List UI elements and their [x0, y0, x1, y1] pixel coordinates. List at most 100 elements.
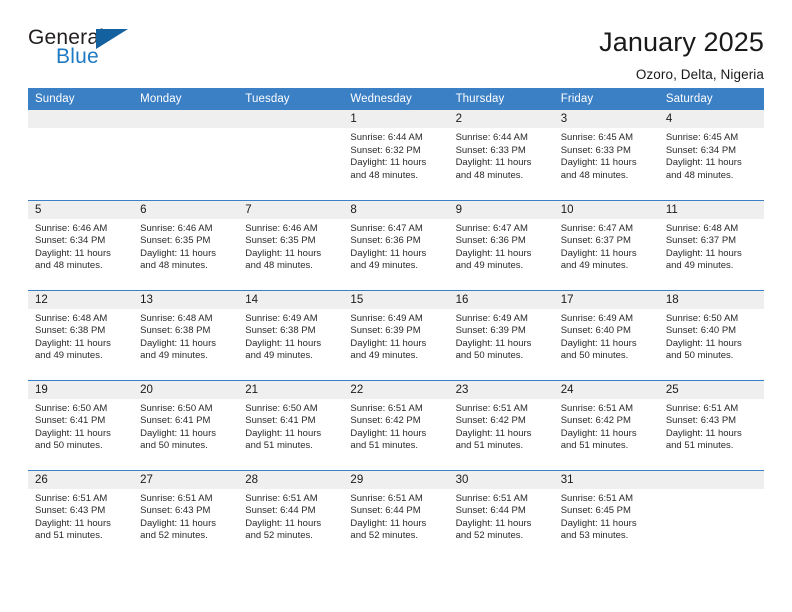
calendar-day-cell[interactable]: 16 Sunrise: 6:49 AM Sunset: 6:39 PM Dayligh… [448, 289, 554, 380]
calendar-day-cell[interactable]: 26 Sunrise: 6:51 AM Sunset: 6:43 PM Dayligh… [28, 469, 134, 560]
day-number: 15 [343, 290, 449, 309]
calendar-day-cell[interactable]: 7 Sunrise: 6:46 AM Sunset: 6:35 PM Daylight… [238, 199, 344, 290]
sunset-text: Sunset: 6:44 PM [455, 505, 526, 517]
title-block: January 2025 Ozoro, Delta, Nigeria [599, 26, 764, 81]
daylight-text-line2: and 51 minutes. [455, 440, 524, 452]
day-sun-info: Sunrise: 6:49 AM Sunset: 6:40 PM Daylight:… [554, 309, 659, 363]
sunset-text: Sunset: 6:38 PM [35, 325, 106, 337]
day-number: 4 [658, 110, 764, 128]
calendar-day-cell[interactable]: 1 Sunrise: 6:44 AM Sunset: 6:32 PM Daylight… [343, 110, 449, 200]
daylight-text-line1: Daylight: 11 hours [350, 337, 427, 349]
daylight-text-line2: and 49 minutes. [665, 260, 734, 272]
calendar-day-cell[interactable]: 15 Sunrise: 6:49 AM Sunset: 6:39 PM Dayligh… [343, 289, 449, 380]
calendar-day-cell[interactable]: 5 Sunrise: 6:46 AM Sunset: 6:34 PM Daylight… [28, 199, 134, 290]
day-number: 12 [28, 290, 134, 309]
daylight-text-line1: Daylight: 11 hours [455, 157, 532, 169]
day-number: 11 [658, 200, 764, 219]
sunset-text: Sunset: 6:36 PM [350, 235, 421, 247]
weekday-header-friday: Friday [553, 88, 659, 110]
general-blue-logo[interactable]: General Blue [28, 26, 148, 72]
day-sun-info: Sunrise: 6:51 AM Sunset: 6:42 PM Daylight:… [343, 399, 448, 453]
calendar-day-cell[interactable]: 6 Sunrise: 6:46 AM Sunset: 6:35 PM Daylight… [133, 199, 239, 290]
weekday-header-tuesday: Tuesday [238, 88, 344, 110]
daylight-text-line2: and 49 minutes. [140, 350, 208, 362]
weekday-header-monday: Monday [133, 88, 239, 110]
day-sun-info: Sunrise: 6:51 AM Sunset: 6:43 PM Daylight:… [28, 489, 133, 543]
calendar-day-cell[interactable]: 19 Sunrise: 6:50 AM Sunset: 6:41 PM Dayligh… [28, 379, 134, 470]
calendar-day-cell[interactable]: 20 Sunrise: 6:50 AM Sunset: 6:41 PM Dayligh… [133, 379, 239, 470]
daylight-text-line1: Daylight: 11 hours [665, 337, 742, 349]
sunset-text: Sunset: 6:39 PM [350, 325, 421, 337]
daylight-text-line1: Daylight: 11 hours [560, 517, 637, 529]
sunrise-text: Sunrise: 6:45 AM [560, 132, 634, 143]
day-sun-info: Sunrise: 6:49 AM Sunset: 6:39 PM Daylight:… [449, 309, 554, 363]
calendar-page: General Blue January 2025 Ozoro, Delta, … [0, 0, 792, 612]
calendar-day-cell[interactable]: 30 Sunrise: 6:51 AM Sunset: 6:44 PM Dayligh… [448, 469, 554, 560]
calendar-day-cell[interactable]: 21 Sunrise: 6:50 AM Sunset: 6:41 PM Dayligh… [238, 379, 344, 470]
sunset-text: Sunset: 6:41 PM [245, 415, 316, 427]
daylight-text-line1: Daylight: 11 hours [35, 427, 111, 439]
day-number: 29 [343, 470, 449, 489]
daylight-text-line2: and 51 minutes. [35, 530, 103, 542]
daylight-text-line1: Daylight: 11 hours [455, 517, 532, 529]
calendar-day-cell[interactable]: 12 Sunrise: 6:48 AM Sunset: 6:38 PM Dayligh… [28, 289, 134, 380]
day-number: 27 [133, 470, 239, 489]
day-number [658, 470, 764, 489]
daylight-text-line2: and 48 minutes. [350, 169, 419, 181]
day-sun-info: Sunrise: 6:44 AM Sunset: 6:33 PM Daylight:… [449, 128, 554, 182]
sunrise-text: Sunrise: 6:50 AM [665, 312, 739, 324]
day-sun-info: Sunrise: 6:46 AM Sunset: 6:35 PM Daylight:… [238, 219, 343, 273]
daylight-text-line1: Daylight: 11 hours [455, 337, 532, 349]
day-sun-info: Sunrise: 6:51 AM Sunset: 6:44 PM Daylight:… [449, 489, 554, 543]
daylight-text-line1: Daylight: 11 hours [35, 337, 111, 349]
page-title: January 2025 [599, 27, 764, 57]
day-sun-info: Sunrise: 6:48 AM Sunset: 6:38 PM Daylight:… [133, 309, 238, 363]
daylight-text-line1: Daylight: 11 hours [350, 427, 427, 439]
calendar-day-cell[interactable]: 18 Sunrise: 6:50 AM Sunset: 6:40 PM Dayligh… [658, 289, 764, 380]
daylight-text-line2: and 49 minutes. [350, 260, 419, 272]
calendar-day-cell[interactable]: 23 Sunrise: 6:51 AM Sunset: 6:42 PM Dayligh… [448, 379, 554, 470]
calendar-day-cell[interactable]: 4 Sunrise: 6:45 AM Sunset: 6:34 PM Daylight… [658, 110, 764, 200]
day-number: 9 [448, 200, 554, 219]
page-header: General Blue January 2025 Ozoro, Delta, … [28, 0, 764, 82]
sunrise-text: Sunrise: 6:47 AM [560, 222, 634, 234]
day-sun-info: Sunrise: 6:51 AM Sunset: 6:42 PM Daylight:… [449, 399, 554, 453]
daylight-text-line2: and 50 minutes. [35, 440, 103, 452]
calendar-day-cell[interactable]: 14 Sunrise: 6:49 AM Sunset: 6:38 PM Dayligh… [238, 289, 344, 380]
calendar-day-cell[interactable]: 2 Sunrise: 6:44 AM Sunset: 6:33 PM Daylight… [448, 110, 554, 200]
calendar-day-cell[interactable]: 27 Sunrise: 6:51 AM Sunset: 6:43 PM Dayligh… [133, 469, 239, 560]
day-number: 25 [658, 380, 764, 399]
calendar-day-cell[interactable]: 25 Sunrise: 6:51 AM Sunset: 6:43 PM Dayligh… [658, 379, 764, 470]
day-sun-info: Sunrise: 6:51 AM Sunset: 6:44 PM Daylight:… [343, 489, 448, 543]
calendar-day-cell[interactable]: 10 Sunrise: 6:47 AM Sunset: 6:37 PM Dayligh… [553, 199, 659, 290]
day-sun-info: Sunrise: 6:51 AM Sunset: 6:42 PM Daylight:… [554, 399, 659, 453]
sunset-text: Sunset: 6:33 PM [560, 144, 631, 156]
calendar-day-cell[interactable]: 8 Sunrise: 6:47 AM Sunset: 6:36 PM Daylight… [343, 199, 449, 290]
daylight-text-line1: Daylight: 11 hours [665, 157, 742, 169]
calendar-day-cell[interactable]: 3 Sunrise: 6:45 AM Sunset: 6:33 PM Daylight… [553, 110, 659, 200]
day-number: 16 [448, 290, 554, 309]
calendar-day-cell[interactable]: 29 Sunrise: 6:51 AM Sunset: 6:44 PM Dayligh… [343, 469, 449, 560]
daylight-text-line2: and 52 minutes. [140, 530, 208, 542]
day-sun-info: Sunrise: 6:50 AM Sunset: 6:41 PM Daylight:… [28, 399, 133, 453]
calendar-day-cell[interactable]: 13 Sunrise: 6:48 AM Sunset: 6:38 PM Dayligh… [133, 289, 239, 380]
calendar-day-cell[interactable]: 28 Sunrise: 6:51 AM Sunset: 6:44 PM Dayligh… [238, 469, 344, 560]
day-sun-info: Sunrise: 6:51 AM Sunset: 6:43 PM Daylight:… [133, 489, 238, 543]
weekday-header-saturday: Saturday [658, 88, 764, 110]
daylight-text-line2: and 50 minutes. [140, 440, 208, 452]
day-sun-info: Sunrise: 6:45 AM Sunset: 6:33 PM Daylight:… [554, 128, 659, 182]
calendar-day-cell[interactable]: 22 Sunrise: 6:51 AM Sunset: 6:42 PM Dayligh… [343, 379, 449, 470]
sunrise-text: Sunrise: 6:49 AM [350, 312, 423, 324]
daylight-text-line2: and 49 minutes. [35, 350, 103, 362]
day-number: 24 [553, 380, 659, 399]
day-number: 22 [343, 380, 449, 399]
calendar-day-cell[interactable]: 24 Sunrise: 6:51 AM Sunset: 6:42 PM Dayligh… [553, 379, 659, 470]
calendar-day-cell[interactable]: 9 Sunrise: 6:47 AM Sunset: 6:36 PM Daylight… [448, 199, 554, 290]
calendar-day-cell[interactable]: 11 Sunrise: 6:48 AM Sunset: 6:37 PM Dayligh… [658, 199, 764, 290]
daylight-text-line2: and 52 minutes. [350, 530, 419, 542]
day-number: 21 [238, 380, 344, 399]
sunrise-text: Sunrise: 6:51 AM [350, 492, 423, 504]
calendar-day-cell[interactable]: 17 Sunrise: 6:49 AM Sunset: 6:40 PM Dayligh… [553, 289, 659, 380]
calendar-day-cell[interactable]: 31 Sunrise: 6:51 AM Sunset: 6:45 PM Dayligh… [553, 469, 659, 560]
day-number [28, 110, 134, 128]
